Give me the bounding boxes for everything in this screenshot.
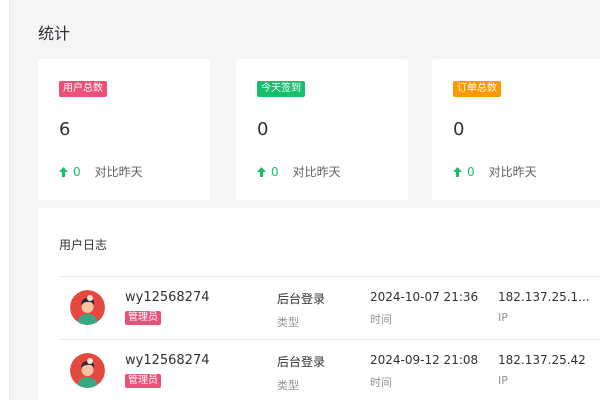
time-label: 时间 bbox=[370, 376, 392, 389]
user-avatar-icon bbox=[70, 353, 105, 388]
ip-label: IP bbox=[498, 374, 508, 387]
stat-trend: 0 对比昨天 bbox=[59, 163, 143, 180]
stat-badge: 今天签到 bbox=[257, 81, 305, 97]
type-label: 类型 bbox=[277, 316, 299, 329]
stat-badge: 订单总数 bbox=[453, 81, 501, 97]
log-row[interactable]: wy12568274 管理员 后台登录 类型 2024-09-12 21:08 … bbox=[58, 339, 600, 400]
page-title: 统计 bbox=[38, 24, 71, 43]
type-cell: 后台登录 类型 bbox=[277, 290, 325, 330]
ip-cell: 182.137.25.42 IP bbox=[498, 353, 586, 387]
stat-value: 0 bbox=[453, 119, 465, 140]
stat-value: 0 bbox=[257, 119, 269, 140]
time-cell: 2024-09-12 21:08 时间 bbox=[370, 353, 478, 390]
time-cell: 2024-10-07 21:36 时间 bbox=[370, 290, 478, 327]
user-log-panel: 用户日志 wy12568274 管理员 后台登录 类型 2024-10-07 2… bbox=[38, 208, 600, 400]
username: wy12568274 bbox=[125, 290, 210, 305]
stat-card-orders: 订单总数 0 0 对比昨天 bbox=[432, 59, 600, 200]
type-label: 类型 bbox=[277, 379, 299, 392]
trend-value: 0 bbox=[73, 164, 81, 179]
stat-badge: 用户总数 bbox=[59, 81, 107, 97]
trend-value: 0 bbox=[271, 164, 279, 179]
type-value: 后台登录 bbox=[277, 355, 326, 369]
stat-trend: 0 对比昨天 bbox=[257, 163, 341, 180]
log-row[interactable]: wy12568274 管理员 后台登录 类型 2024-10-07 21:36 … bbox=[58, 276, 600, 339]
type-cell: 后台登录 类型 bbox=[277, 353, 325, 393]
role-badge: 管理员 bbox=[125, 374, 161, 388]
role-badge: 管理员 bbox=[125, 311, 161, 325]
trend-label: 对比昨天 bbox=[292, 165, 341, 179]
log-title: 用户日志 bbox=[59, 238, 108, 252]
time-value: 2024-10-07 21:36 bbox=[370, 290, 479, 304]
trend-label: 对比昨天 bbox=[94, 165, 143, 179]
side-panel bbox=[0, 0, 10, 400]
stat-value: 6 bbox=[59, 119, 71, 140]
ip-value: 182.137.25.42 bbox=[498, 353, 586, 367]
user-avatar-icon bbox=[70, 290, 105, 325]
arrow-up-icon bbox=[453, 166, 462, 177]
ip-label: IP bbox=[498, 311, 508, 324]
stat-card-checkin: 今天签到 0 0 对比昨天 bbox=[236, 59, 408, 200]
ip-value: 182.137.25.1... bbox=[498, 290, 590, 304]
time-value: 2024-09-12 21:08 bbox=[370, 353, 479, 367]
ip-cell: 182.137.25.1... IP bbox=[498, 290, 590, 324]
time-label: 时间 bbox=[370, 313, 392, 326]
trend-value: 0 bbox=[467, 164, 475, 179]
arrow-up-icon bbox=[59, 166, 68, 177]
stat-trend: 0 对比昨天 bbox=[453, 163, 537, 180]
trend-label: 对比昨天 bbox=[488, 165, 537, 179]
username: wy12568274 bbox=[125, 353, 210, 368]
type-value: 后台登录 bbox=[277, 292, 326, 306]
stat-card-users: 用户总数 6 0 对比昨天 bbox=[38, 59, 210, 200]
arrow-up-icon bbox=[257, 166, 266, 177]
